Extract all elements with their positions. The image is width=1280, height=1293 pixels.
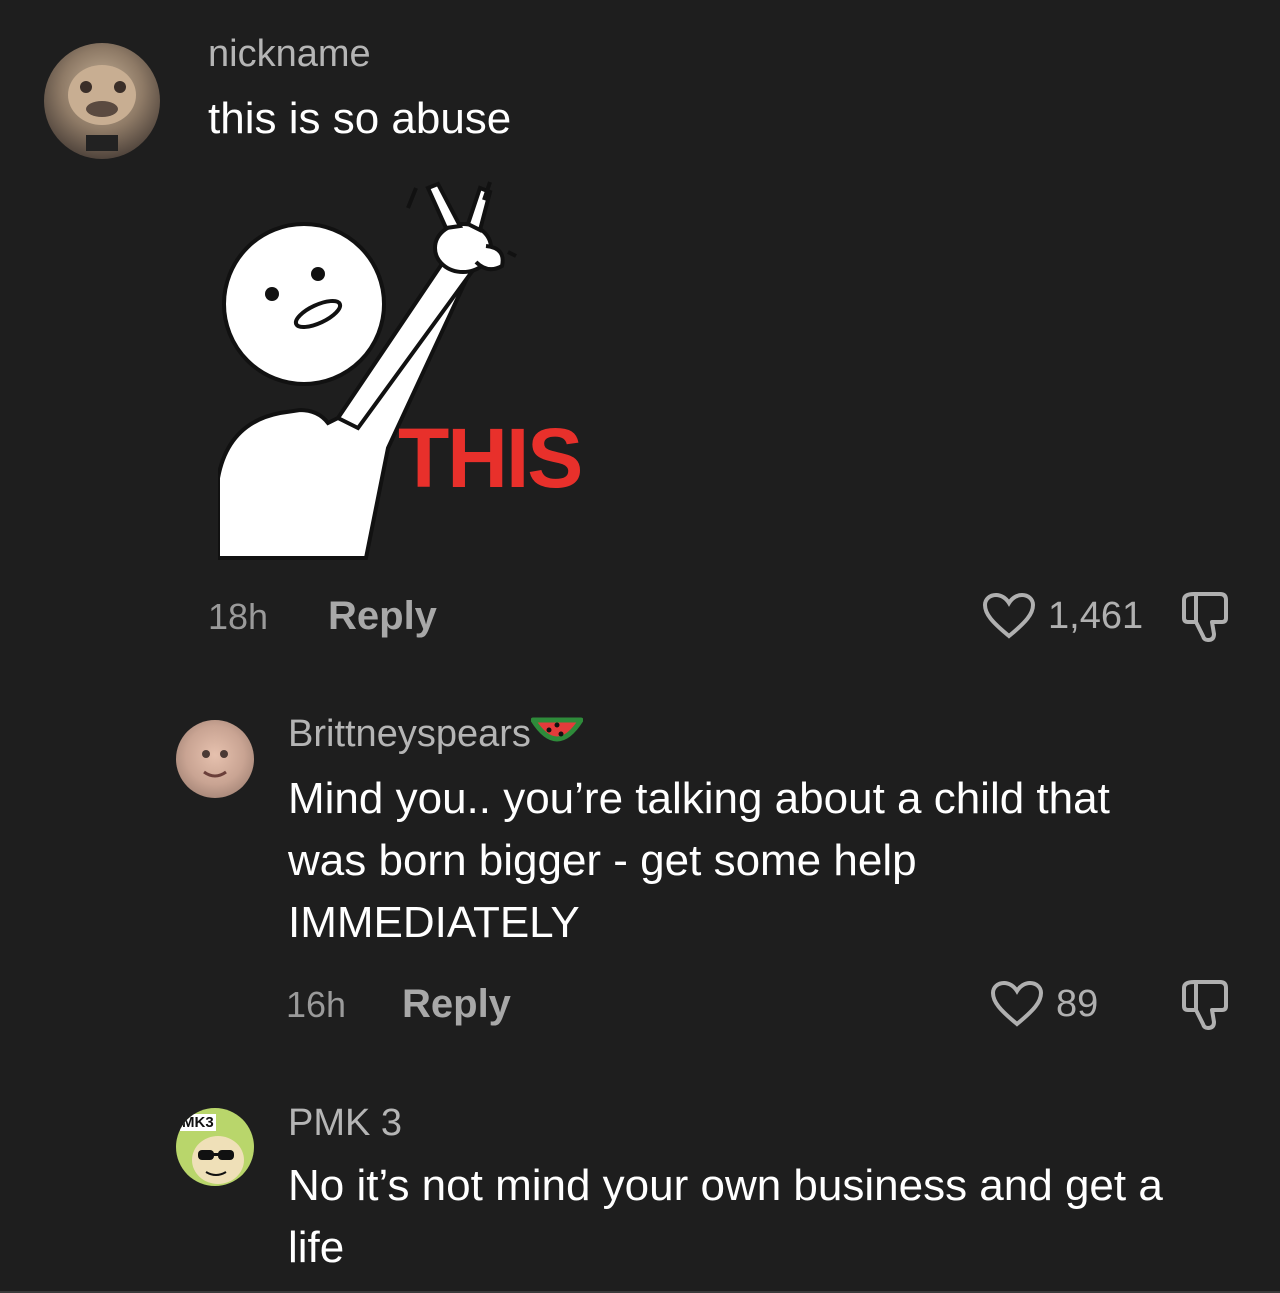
username[interactable]: nickname xyxy=(208,33,371,76)
avatar[interactable]: MK3 xyxy=(176,1108,254,1186)
avatar[interactable] xyxy=(44,43,160,159)
heart-icon xyxy=(990,980,1044,1027)
like-button[interactable]: 1,461 xyxy=(982,592,1143,640)
thumbs-down-icon xyxy=(1182,980,1228,1030)
heart-icon xyxy=(982,592,1036,639)
dislike-button[interactable] xyxy=(1176,976,1236,1037)
dislike-button[interactable] xyxy=(1176,588,1236,649)
comment-text: No it’s not mind your own business and g… xyxy=(288,1161,1163,1272)
reply-button[interactable]: Reply xyxy=(328,594,437,639)
reply-button[interactable]: Reply xyxy=(402,982,511,1027)
timestamp: 16h xyxy=(286,984,347,1025)
avatar[interactable] xyxy=(176,720,254,798)
comment-text: this is so abuse xyxy=(208,94,512,143)
like-count: 89 xyxy=(1056,982,1099,1025)
sticker-caption: THIS xyxy=(398,411,583,505)
thumbs-down-icon xyxy=(1182,592,1228,642)
sticker-image: THIS xyxy=(216,178,588,560)
like-button[interactable]: 89 xyxy=(990,980,1098,1028)
watermelon-emoji xyxy=(530,717,584,742)
like-count: 1,461 xyxy=(1048,594,1144,637)
avatar-face-icon xyxy=(202,750,228,778)
username[interactable]: Brittneyspears xyxy=(288,712,584,756)
comment-text: Mind you.. you’re talking about a child … xyxy=(288,774,1110,947)
username[interactable]: PMK 3 xyxy=(288,1102,402,1145)
timestamp: 18h xyxy=(208,596,269,637)
avatar-face-icon xyxy=(68,65,136,151)
username-text: Brittneyspears xyxy=(288,713,531,755)
avatar-label: MK3 xyxy=(180,1114,216,1131)
